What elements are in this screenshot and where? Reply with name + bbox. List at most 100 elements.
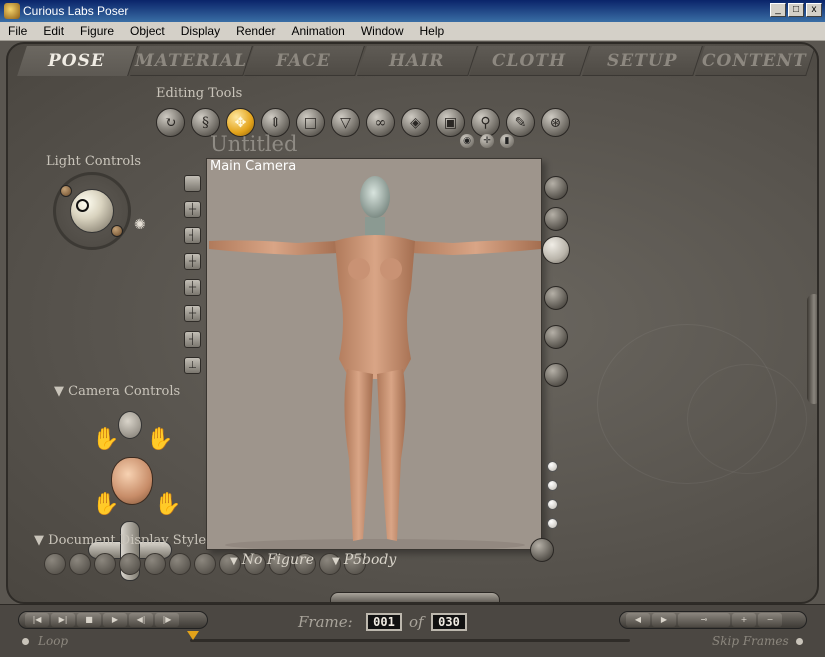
editing-tools-label: Editing Tools [156,86,243,101]
loop-toggle[interactable] [22,638,29,645]
light-handle[interactable] [60,185,72,197]
add-keyframe-button[interactable]: + [732,613,756,627]
layout-bottom-icon[interactable]: ⊥ [184,357,201,374]
style-lit-wireframe-icon[interactable] [144,553,166,575]
layout-split-icon[interactable]: ┤ [184,331,201,348]
left-hand-camera-icon[interactable]: ✋ [92,427,119,452]
menu-window[interactable]: Window [353,24,412,38]
total-frames-field[interactable]: 030 [431,613,467,631]
light-sphere[interactable] [70,189,114,233]
previous-key-button[interactable]: ◀ [626,613,650,627]
camera-name[interactable]: Main Camera [210,159,296,174]
menu-edit[interactable]: Edit [35,24,72,38]
rotate-tool-icon[interactable]: ↻ [156,108,185,137]
taper-tool-icon[interactable]: ▽ [331,108,360,137]
stop-button[interactable]: ■ [77,613,101,627]
go-to-end-button[interactable]: ▶| [51,613,75,627]
display-style-lit-icon[interactable] [544,363,568,387]
tab-material[interactable]: MATERIAL [129,46,253,76]
decorative-swirl [687,364,807,474]
step-forward-button[interactable]: |▶ [155,613,179,627]
grouping-tool-icon[interactable]: ▣ [436,108,465,137]
chain-break-tool-icon[interactable]: ∞ [366,108,395,137]
rotate-left-hand-icon[interactable]: ✋ [92,492,119,517]
layout-split-icon[interactable]: ┼ [184,305,201,322]
style-outline-icon[interactable] [69,553,91,575]
menu-help[interactable]: Help [412,24,453,38]
trackball-icon[interactable]: ◉ [460,134,474,148]
next-key-button[interactable]: ▶ [652,613,676,627]
current-frame-field[interactable]: 001 [366,613,402,631]
tab-pose[interactable]: POSE [17,46,138,76]
morphing-tool-icon[interactable]: ✎ [506,108,535,137]
right-hand-camera-icon[interactable]: ✋ [146,427,173,452]
actor-selector[interactable]: ▼ P5body [332,552,396,568]
style-flat-lined-icon[interactable] [194,553,216,575]
menu-object[interactable]: Object [122,24,173,38]
option-dot[interactable] [547,480,558,491]
document-viewport[interactable]: Main Camera [206,158,542,550]
delete-keyframe-button[interactable]: − [758,613,782,627]
layout-split-icon[interactable]: ┼ [184,253,201,270]
face-camera-icon[interactable] [118,411,142,439]
tab-face[interactable]: FACE [244,46,365,76]
menu-animation[interactable]: Animation [283,24,352,38]
go-to-start-button[interactable]: |◀ [25,613,49,627]
layout-single-icon[interactable] [184,175,201,192]
figure-render[interactable] [207,159,542,550]
direct-manipulation-tool-icon[interactable]: ⊛ [541,108,570,137]
style-hidden-line-icon[interactable] [119,553,141,575]
rotate-right-hand-icon[interactable]: ✋ [154,492,181,517]
play-button[interactable]: ▶ [103,613,127,627]
collapse-triangle-icon[interactable]: ▼ [34,533,48,548]
menu-render[interactable]: Render [228,24,283,38]
layout-split-icon[interactable]: ┤ [184,227,201,244]
light-properties-icon[interactable]: ✺ [134,217,146,233]
display-style-smooth-icon[interactable] [544,286,568,310]
timeline-scrubber[interactable] [187,631,199,640]
scale-tool-icon[interactable]: □ [296,108,325,137]
collapse-triangle-icon[interactable]: ▼ [54,384,68,399]
move-z-icon[interactable]: ▮ [500,134,514,148]
render-button[interactable] [530,538,554,562]
step-back-button[interactable]: ◀| [129,613,153,627]
menu-figure[interactable]: Figure [72,24,122,38]
tab-hair[interactable]: HAIR [357,46,478,76]
style-silhouette-icon[interactable] [44,553,66,575]
menu-display[interactable]: Display [173,24,228,38]
light-position-marker[interactable] [76,199,89,212]
side-drawer-handle[interactable] [807,294,817,404]
animation-drawer-handle[interactable] [330,592,500,602]
layout-split-icon[interactable]: ┼ [184,279,201,296]
tab-setup[interactable]: SETUP [582,46,703,76]
tab-cloth[interactable]: CLOTH [469,46,590,76]
option-dot[interactable] [547,461,558,472]
tab-content[interactable]: CONTENT [694,46,815,76]
move-xy-icon[interactable]: ✛ [480,134,494,148]
style-flat-shaded-icon[interactable] [169,553,191,575]
display-style-outline-icon[interactable] [544,207,568,231]
playback-controls: |◀ ▶| ■ ▶ ◀| |▶ [18,611,208,629]
menu-file[interactable]: File [0,24,35,38]
layout-quad-icon[interactable]: ┼ [184,201,201,218]
timeline-track[interactable] [190,639,630,642]
minimize-button[interactable]: _ [770,3,786,17]
edit-keyframes-button[interactable]: ⊸ [678,613,730,627]
light-handle[interactable] [111,225,123,237]
display-style-active-icon[interactable] [542,236,570,264]
display-style-flat-icon[interactable] [544,325,568,349]
color-tool-icon[interactable]: ◈ [401,108,430,137]
light-controls-ring[interactable] [53,172,131,250]
menu-bar: File Edit Figure Object Display Render A… [0,22,825,41]
option-dot[interactable] [547,499,558,510]
view-magnifier-tool-icon[interactable]: ⚲ [471,108,500,137]
option-dot[interactable] [547,518,558,529]
maximize-button[interactable]: □ [788,3,804,17]
dropdown-triangle-icon: ▼ [230,556,238,567]
display-style-box-icon[interactable] [544,176,568,200]
figure-selector[interactable]: ▼ No Figure [230,552,314,568]
close-button[interactable]: x [806,3,822,17]
loop-label: Loop [38,634,69,648]
skip-frames-toggle[interactable] [796,638,803,645]
style-wireframe-icon[interactable] [94,553,116,575]
